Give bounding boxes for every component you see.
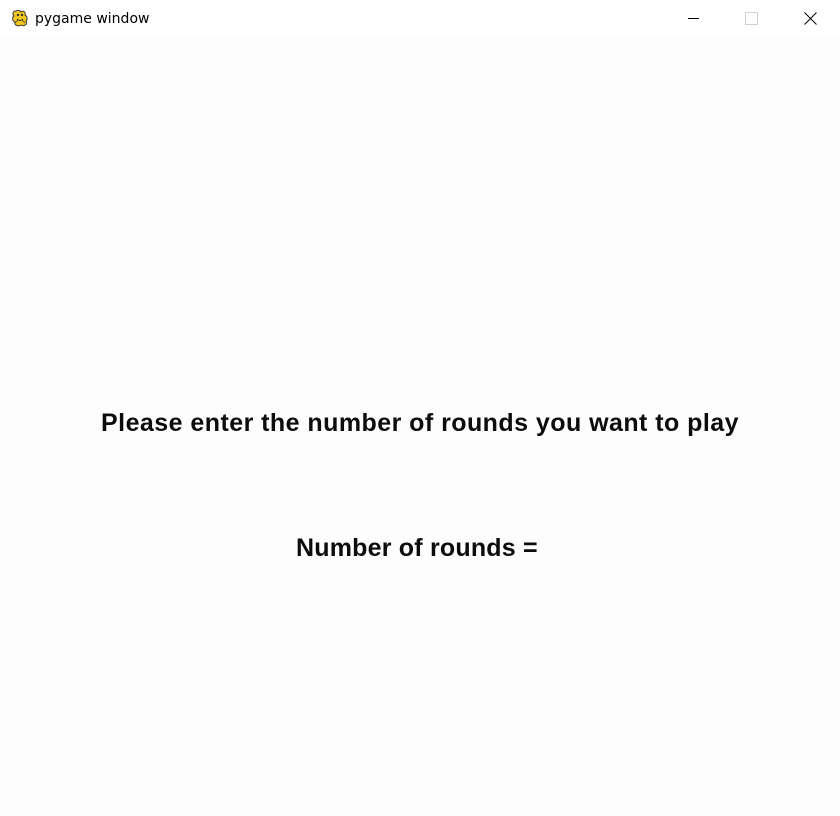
rounds-label: Number of rounds = xyxy=(296,534,538,562)
minimize-button[interactable] xyxy=(664,0,722,38)
close-button[interactable] xyxy=(781,0,839,38)
pygame-snake-icon xyxy=(10,8,30,28)
maximize-button[interactable] xyxy=(722,0,780,38)
maximize-icon xyxy=(745,12,758,25)
close-icon xyxy=(804,12,817,25)
pygame-window: pygame window Please enter the number of… xyxy=(0,0,840,816)
window-title: pygame window xyxy=(35,11,150,27)
rounds-input-line[interactable]: Number of rounds = xyxy=(296,534,538,563)
rounds-prompt: Please enter the number of rounds you wa… xyxy=(101,409,739,437)
minimize-icon xyxy=(688,18,699,19)
title-bar[interactable]: pygame window xyxy=(0,0,840,38)
game-canvas[interactable]: Please enter the number of rounds you wa… xyxy=(0,38,840,816)
